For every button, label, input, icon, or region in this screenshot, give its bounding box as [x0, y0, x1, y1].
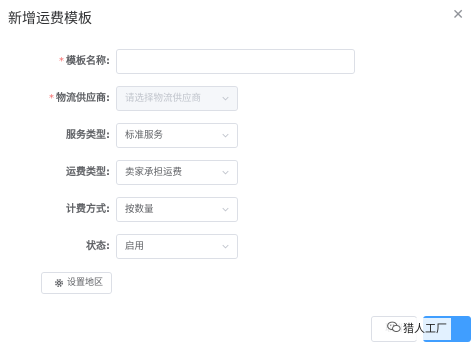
service-type-row: 服务类型: 标准服务 [0, 123, 474, 149]
service-type-value: 标准服务 [125, 130, 164, 141]
status-label: 状态: [86, 241, 110, 252]
logistics-supplier-select[interactable]: 请选择物流供应商 [116, 86, 238, 111]
required-mark: * [49, 93, 54, 104]
freight-type-label: 运费类型: [66, 167, 110, 178]
status-value: 启用 [125, 241, 145, 252]
billing-method-select[interactable]: 按数量 [116, 197, 238, 222]
set-region-button[interactable]: 设置地区 [41, 272, 112, 294]
add-freight-template-dialog: 新增运费模板 ✕ * 模板名称: * 物流供应商: 请选择物流供应商 服务类型: 标… [0, 0, 474, 349]
billing-method-row: 计费方式: 按数量 [0, 197, 474, 223]
watermark: 猎人工厂 [383, 318, 451, 340]
service-type-label: 服务类型: [66, 130, 110, 141]
logistics-supplier-label: * 物流供应商: [49, 86, 110, 112]
chevron-down-icon [222, 96, 229, 101]
logistics-supplier-label-text: 物流供应商: [56, 93, 110, 104]
template-name-row: * 模板名称: [0, 49, 474, 75]
watermark-text: 猎人工厂 [403, 322, 447, 335]
status-select[interactable]: 启用 [116, 234, 238, 259]
freight-type-row: 运费类型: 卖家承担运费 [0, 160, 474, 186]
template-name-label: * 模板名称: [59, 49, 110, 75]
chevron-down-icon [222, 170, 229, 175]
billing-method-value: 按数量 [125, 204, 154, 215]
template-name-input[interactable] [116, 49, 355, 74]
close-icon[interactable]: ✕ [452, 8, 464, 22]
status-row: 状态: 启用 [0, 234, 474, 260]
freight-type-value: 卖家承担运费 [125, 167, 183, 178]
template-name-label-text: 模板名称: [66, 56, 110, 67]
freight-type-select[interactable]: 卖家承担运费 [116, 160, 238, 185]
logistics-supplier-placeholder: 请选择物流供应商 [125, 93, 202, 104]
dialog-title: 新增运费模板 [8, 11, 92, 27]
chevron-down-icon [222, 244, 229, 249]
service-type-select[interactable]: 标准服务 [116, 123, 238, 148]
gear-icon [55, 279, 63, 287]
wechat-icon [387, 321, 401, 332]
set-region-label: 设置地区 [67, 278, 104, 288]
chevron-down-icon [222, 207, 229, 212]
chevron-down-icon [222, 133, 229, 138]
logistics-supplier-row: * 物流供应商: 请选择物流供应商 [0, 86, 474, 112]
required-mark: * [59, 56, 64, 67]
billing-method-label: 计费方式: [66, 204, 110, 215]
